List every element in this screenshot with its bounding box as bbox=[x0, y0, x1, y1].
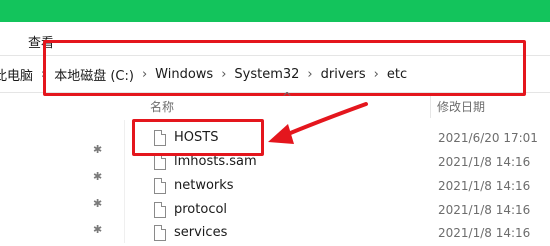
pin-icon: ✱ bbox=[93, 197, 103, 210]
file-row[interactable]: lmhosts.sam 2021/1/8 14:16 bbox=[150, 153, 550, 175]
file-modified-date: 2021/1/8 14:16 bbox=[438, 179, 531, 193]
column-header-date[interactable]: 修改日期 bbox=[437, 98, 485, 115]
file-name: services bbox=[174, 225, 228, 240]
column-divider[interactable] bbox=[430, 96, 431, 118]
file-modified-date: 2021/1/8 14:16 bbox=[438, 155, 531, 169]
breadcrumb-this-pc[interactable]: 此电脑 bbox=[0, 65, 33, 84]
column-header-name[interactable]: 名称 bbox=[150, 98, 174, 115]
document-icon bbox=[154, 225, 166, 241]
file-row[interactable]: protocol 2021/1/8 14:16 bbox=[150, 201, 550, 223]
file-name: networks bbox=[174, 178, 234, 193]
title-bar bbox=[0, 0, 550, 22]
file-name: lmhosts.sam bbox=[174, 154, 257, 169]
file-name: protocol bbox=[174, 202, 228, 217]
navigation-pane-divider bbox=[124, 120, 125, 243]
pin-icon: ✱ bbox=[93, 143, 103, 156]
address-highlight-box bbox=[43, 40, 526, 96]
pin-icon: ✱ bbox=[93, 170, 103, 183]
hosts-highlight-box bbox=[132, 119, 264, 156]
document-icon bbox=[154, 154, 166, 170]
file-modified-date: 2021/1/8 14:16 bbox=[438, 203, 531, 217]
pin-icon: ✱ bbox=[93, 223, 103, 236]
file-row[interactable]: networks 2021/1/8 14:16 bbox=[150, 177, 550, 199]
arrow-icon bbox=[268, 102, 368, 144]
document-icon bbox=[154, 202, 166, 218]
document-icon bbox=[154, 178, 166, 194]
file-modified-date: 2021/6/20 17:01 bbox=[438, 131, 538, 145]
file-modified-date: 2021/1/8 14:16 bbox=[438, 226, 531, 240]
